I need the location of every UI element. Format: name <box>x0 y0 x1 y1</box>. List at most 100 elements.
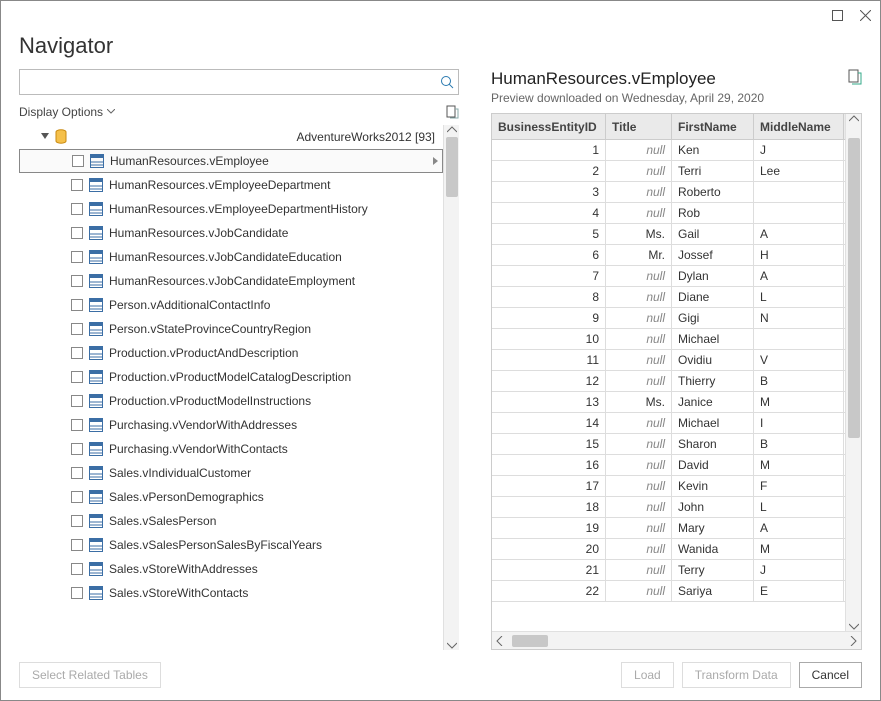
table-row[interactable]: 19nullMaryA <box>492 518 845 539</box>
cell-firstname: Roberto <box>672 182 754 202</box>
table-row[interactable]: 3nullRoberto <box>492 182 845 203</box>
tree-item-checkbox[interactable] <box>71 299 83 311</box>
table-row[interactable]: 12nullThierryB <box>492 371 845 392</box>
tree-item[interactable]: Sales.vStoreWithContacts <box>19 581 443 605</box>
tree-item[interactable]: Sales.vSalesPersonSalesByFiscalYears <box>19 533 443 557</box>
scroll-down-icon[interactable] <box>447 640 457 650</box>
table-row[interactable]: 8nullDianeL <box>492 287 845 308</box>
transform-data-button[interactable]: Transform Data <box>682 662 791 688</box>
table-row[interactable]: 13Ms.JaniceM <box>492 392 845 413</box>
tree-item-checkbox[interactable] <box>71 467 83 479</box>
display-options-dropdown[interactable]: Display Options <box>19 105 115 119</box>
tree-item-checkbox[interactable] <box>71 419 83 431</box>
tree-item-checkbox[interactable] <box>71 203 83 215</box>
column-header[interactable]: Title <box>606 114 672 139</box>
table-row[interactable]: 22nullSariyaE <box>492 581 845 602</box>
tree-item-checkbox[interactable] <box>71 251 83 263</box>
cell-firstname: Sariya <box>672 581 754 601</box>
tree-scrollbar[interactable] <box>443 125 459 650</box>
refresh-icon[interactable] <box>445 105 459 119</box>
scroll-up-icon[interactable] <box>849 114 859 124</box>
column-header[interactable]: MiddleName <box>754 114 844 139</box>
scroll-thumb[interactable] <box>848 138 860 438</box>
tree-item[interactable]: HumanResources.vJobCandidate <box>19 221 443 245</box>
tree-item[interactable]: Sales.vIndividualCustomer <box>19 461 443 485</box>
tree-item-checkbox[interactable] <box>71 275 83 287</box>
tree-item-checkbox[interactable] <box>71 587 83 599</box>
table-row[interactable]: 9nullGigiN <box>492 308 845 329</box>
tree-item-checkbox[interactable] <box>71 443 83 455</box>
table-row[interactable]: 15nullSharonB <box>492 434 845 455</box>
tree-item-label: Sales.vStoreWithContacts <box>109 586 248 600</box>
table-row[interactable]: 2nullTerriLee <box>492 161 845 182</box>
tree-item-checkbox[interactable] <box>71 227 83 239</box>
search-box[interactable] <box>19 69 459 95</box>
tree-item-checkbox[interactable] <box>71 491 83 503</box>
tree-item-checkbox[interactable] <box>71 395 83 407</box>
collapse-icon[interactable] <box>41 133 49 141</box>
table-row[interactable]: 5Ms.GailA <box>492 224 845 245</box>
tree-item-checkbox[interactable] <box>71 323 83 335</box>
close-icon[interactable] <box>858 8 872 22</box>
cancel-button[interactable]: Cancel <box>799 662 862 688</box>
search-icon[interactable] <box>440 75 454 89</box>
cell-id: 22 <box>492 581 606 601</box>
tree-item-checkbox[interactable] <box>71 347 83 359</box>
tree-item[interactable]: Purchasing.vVendorWithAddresses <box>19 413 443 437</box>
table-row[interactable]: 14nullMichaelI <box>492 413 845 434</box>
tree-item-label: Purchasing.vVendorWithContacts <box>109 442 288 456</box>
tree-item-checkbox[interactable] <box>71 179 83 191</box>
maximize-icon[interactable] <box>830 8 844 22</box>
tree-item[interactable]: HumanResources.vEmployeeDepartmentHistor… <box>19 197 443 221</box>
select-related-tables-button[interactable]: Select Related Tables <box>19 662 161 688</box>
view-icon <box>89 586 103 600</box>
column-header[interactable]: BusinessEntityID <box>492 114 606 139</box>
table-row[interactable]: 20nullWanidaM <box>492 539 845 560</box>
tree-item[interactable]: Sales.vPersonDemographics <box>19 485 443 509</box>
preview-options-icon[interactable] <box>848 69 862 85</box>
tree-item[interactable]: Production.vProductModelCatalogDescripti… <box>19 365 443 389</box>
table-row[interactable]: 1nullKenJ <box>492 140 845 161</box>
tree-item[interactable]: HumanResources.vEmployeeDepartment <box>19 173 443 197</box>
tree-item[interactable]: Purchasing.vVendorWithContacts <box>19 437 443 461</box>
table-row[interactable]: 4nullRob <box>492 203 845 224</box>
table-row[interactable]: 10nullMichael <box>492 329 845 350</box>
tree-item-checkbox[interactable] <box>72 155 84 167</box>
scroll-down-icon[interactable] <box>849 621 859 631</box>
tree-item-checkbox[interactable] <box>71 539 83 551</box>
scroll-thumb[interactable] <box>446 137 458 197</box>
object-tree[interactable]: AdventureWorks2012 [93] HumanResources.v… <box>19 125 443 650</box>
tree-item[interactable]: Production.vProductAndDescription <box>19 341 443 365</box>
cell-middlename: M <box>754 392 844 412</box>
tree-item[interactable]: Sales.vStoreWithAddresses <box>19 557 443 581</box>
grid-vertical-scrollbar[interactable] <box>845 114 861 631</box>
column-header[interactable]: FirstName <box>672 114 754 139</box>
load-button[interactable]: Load <box>621 662 674 688</box>
cell-id: 21 <box>492 560 606 580</box>
search-input[interactable] <box>24 71 440 93</box>
cell-middlename: L <box>754 287 844 307</box>
scroll-thumb[interactable] <box>512 635 548 647</box>
tree-item[interactable]: HumanResources.vEmployee <box>19 149 443 173</box>
table-row[interactable]: 6Mr.JossefH <box>492 245 845 266</box>
tree-item-checkbox[interactable] <box>71 515 83 527</box>
tree-item[interactable]: Production.vProductModelInstructions <box>19 389 443 413</box>
scroll-up-icon[interactable] <box>447 125 457 135</box>
tree-item[interactable]: HumanResources.vJobCandidateEmployment <box>19 269 443 293</box>
tree-item-checkbox[interactable] <box>71 371 83 383</box>
tree-item-checkbox[interactable] <box>71 563 83 575</box>
table-row[interactable]: 21nullTerryJ <box>492 560 845 581</box>
table-row[interactable]: 17nullKevinF <box>492 476 845 497</box>
grid-horizontal-scrollbar[interactable] <box>492 631 861 649</box>
table-row[interactable]: 7nullDylanA <box>492 266 845 287</box>
tree-item[interactable]: Sales.vSalesPerson <box>19 509 443 533</box>
tree-item[interactable]: Person.vAdditionalContactInfo <box>19 293 443 317</box>
table-row[interactable]: 16nullDavidM <box>492 455 845 476</box>
scroll-left-icon[interactable] <box>496 636 504 646</box>
tree-item[interactable]: HumanResources.vJobCandidateEducation <box>19 245 443 269</box>
table-row[interactable]: 11nullOvidiuV <box>492 350 845 371</box>
scroll-right-icon[interactable] <box>849 636 857 646</box>
tree-item[interactable]: Person.vStateProvinceCountryRegion <box>19 317 443 341</box>
table-row[interactable]: 18nullJohnL <box>492 497 845 518</box>
database-node[interactable]: AdventureWorks2012 [93] <box>19 125 443 149</box>
